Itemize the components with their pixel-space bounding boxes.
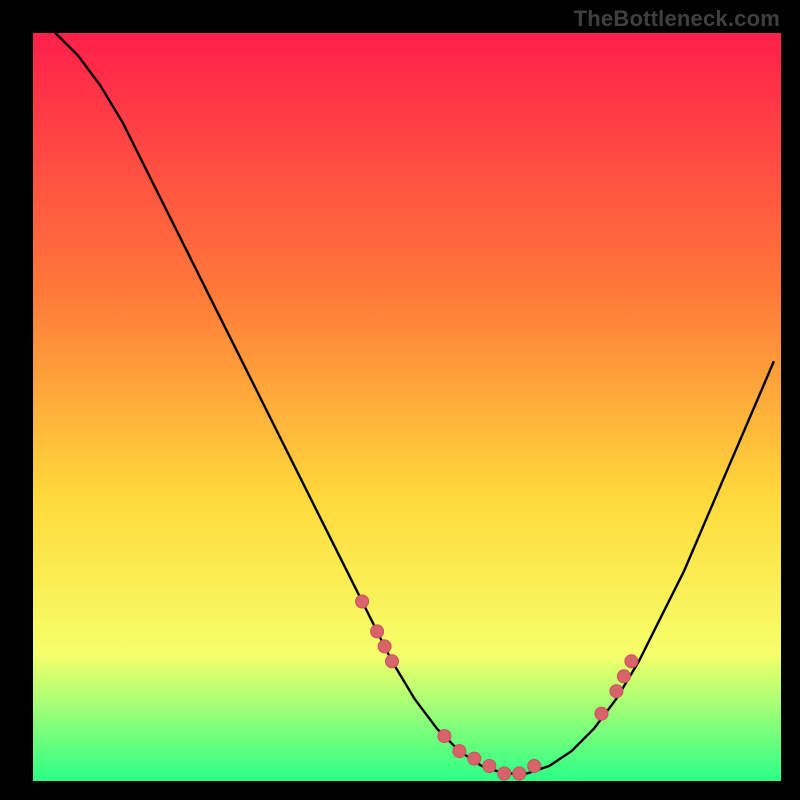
data-marker bbox=[386, 655, 399, 668]
data-marker bbox=[356, 595, 369, 608]
chart-frame bbox=[33, 33, 781, 781]
data-marker bbox=[438, 730, 451, 743]
data-marker bbox=[513, 767, 526, 780]
data-marker bbox=[528, 760, 541, 773]
data-marker bbox=[468, 752, 481, 765]
data-marker bbox=[453, 745, 466, 758]
data-marker bbox=[378, 640, 391, 653]
data-marker bbox=[595, 707, 608, 720]
data-marker bbox=[483, 760, 496, 773]
watermark-text: TheBottleneck.com bbox=[574, 6, 780, 32]
data-marker bbox=[371, 625, 384, 638]
data-marker bbox=[617, 670, 630, 683]
bottleneck-chart bbox=[33, 33, 781, 781]
gradient-background bbox=[33, 33, 781, 781]
data-marker bbox=[625, 655, 638, 668]
data-marker bbox=[498, 767, 511, 780]
data-marker bbox=[610, 685, 623, 698]
